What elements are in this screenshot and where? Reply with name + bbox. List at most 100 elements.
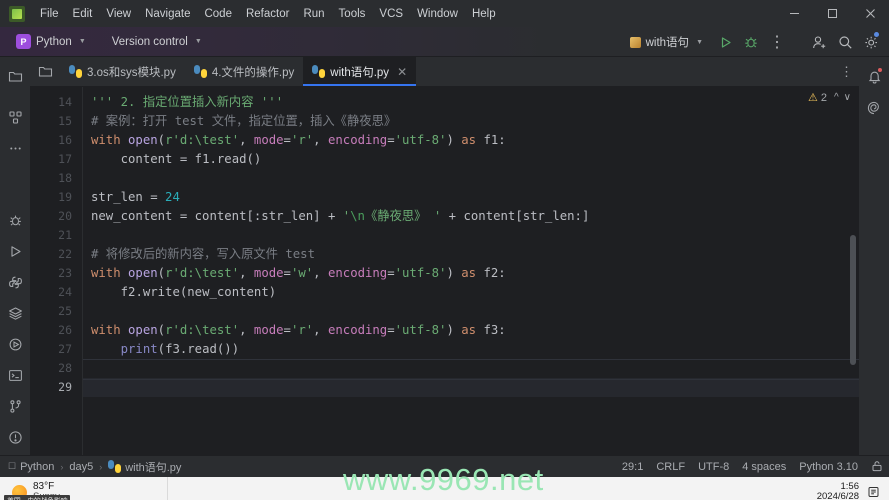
toolbar-right-group: with语句 ▼ ⋮ xyxy=(624,27,883,57)
breadcrumb-separator: › xyxy=(99,461,103,472)
tab-folder-icon[interactable] xyxy=(30,57,60,86)
code-line-current xyxy=(83,378,859,397)
breadcrumb-item-folder[interactable]: day5 xyxy=(69,461,93,473)
add-user-icon[interactable] xyxy=(807,30,831,54)
breadcrumb-separator: › xyxy=(60,461,64,472)
git-branch-icon[interactable] xyxy=(2,393,28,419)
minimize-button[interactable] xyxy=(775,0,813,27)
next-problem-icon[interactable]: ∨ xyxy=(844,92,851,103)
line-separator[interactable]: CRLF xyxy=(656,461,685,473)
menu-refactor[interactable]: Refactor xyxy=(239,5,296,23)
code-line: with open(r'd:\test', mode='w', encoding… xyxy=(91,266,506,280)
tab-label: 3.os和sys模块.py xyxy=(87,66,176,79)
more-actions-button[interactable]: ⋮ xyxy=(765,30,789,54)
menu-view[interactable]: View xyxy=(99,5,138,23)
tab-file-operations[interactable]: 4.文件的操作.py xyxy=(185,57,303,86)
project-selector[interactable]: P Python ▼ xyxy=(10,32,92,51)
version-control-selector[interactable]: Version control ▼ xyxy=(106,34,208,50)
menu-window[interactable]: Window xyxy=(410,5,465,23)
system-tray: 1:56 2024/6/28 xyxy=(817,477,889,500)
line-number: 20 xyxy=(58,209,72,223)
warning-triangle-icon: ⚠ xyxy=(807,92,818,104)
editor-scrollbar[interactable] xyxy=(850,235,856,365)
code-line: # 将修改后的新内容，写入原文件 test xyxy=(83,245,859,264)
tab-label: with语句.py xyxy=(330,66,390,79)
settings-gear-icon[interactable] xyxy=(859,30,883,54)
line-number: 16 xyxy=(58,133,72,147)
inspection-widget: ⚠ 2 ^ ∨ xyxy=(807,91,859,105)
tab-with-statement[interactable]: with语句.py ✕ xyxy=(303,57,417,86)
line-number: 25 xyxy=(58,304,72,318)
python-packages-icon[interactable] xyxy=(2,269,28,295)
taskbar-divider xyxy=(167,477,168,500)
version-control-label: Version control xyxy=(111,35,188,48)
caret-position[interactable]: 29:1 xyxy=(622,461,643,473)
menu-navigate[interactable]: Navigate xyxy=(138,5,197,23)
menu-file[interactable]: File xyxy=(33,5,66,23)
file-encoding[interactable]: UTF-8 xyxy=(698,461,729,473)
menu-code[interactable]: Code xyxy=(197,5,239,23)
code-line: f2.write(new_content) xyxy=(120,285,277,299)
database-icon[interactable] xyxy=(2,300,28,326)
code-line: # 案例：打开 test 文件，指定位置，插入《静夜思》 xyxy=(83,112,859,131)
ai-assistant-icon[interactable] xyxy=(861,95,887,121)
menu-bar: File Edit View Navigate Code Refactor Ru… xyxy=(0,0,889,27)
chevron-down-icon: ▼ xyxy=(78,38,86,45)
notifications-bell-icon[interactable] xyxy=(861,63,887,89)
terminal-icon[interactable] xyxy=(2,362,28,388)
line-number: 15 xyxy=(58,114,72,128)
run-icon[interactable] xyxy=(2,238,28,264)
code-text[interactable]: ''' 2. 指定位置插入新内容 ''' # 案例：打开 test 文件，指定位… xyxy=(82,87,859,455)
run-config-label: with语句 xyxy=(645,37,690,49)
weather-widget[interactable]: 83°F Sunny 美国一史的战争影响 xyxy=(0,477,167,500)
settings-badge xyxy=(874,32,879,37)
problems-icon[interactable] xyxy=(2,424,28,450)
search-icon[interactable] xyxy=(833,30,857,54)
line-number: 28 xyxy=(58,361,72,375)
tab-os-sys-module[interactable]: 3.os和sys模块.py xyxy=(60,57,185,86)
pycharm-window: File Edit View Navigate Code Refactor Ru… xyxy=(0,0,889,500)
breadcrumb-item-file[interactable]: with语句.py xyxy=(125,459,181,475)
breadcrumb-module-icon: ☐ xyxy=(8,461,17,471)
tab-overflow-button[interactable]: ⋮ xyxy=(840,57,859,86)
python-interpreter[interactable]: Python 3.10 xyxy=(799,461,858,473)
run-config-icon xyxy=(629,36,641,48)
more-tool-windows-icon[interactable] xyxy=(2,135,28,161)
unlocked-icon[interactable] xyxy=(871,460,883,475)
code-line: with open(r'd:\test', mode='r', encoding… xyxy=(91,323,506,337)
menu-vcs[interactable]: VCS xyxy=(372,5,410,23)
comment-token: # 将修改后的新内容，写入原文件 test xyxy=(91,247,315,261)
status-bar-right: 29:1 CRLF UTF-8 4 spaces Python 3.10 xyxy=(622,456,883,478)
taskbar-clock[interactable]: 1:56 2024/6/28 xyxy=(817,481,859,500)
project-name-label: Python xyxy=(36,35,72,48)
menu-edit[interactable]: Edit xyxy=(66,5,100,23)
debug-icon[interactable] xyxy=(2,207,28,233)
project-folder-icon[interactable] xyxy=(2,63,28,89)
code-editor[interactable]: ⚠ 2 ^ ∨ 14 15 16 17 18 19 20 21 22 23 24 xyxy=(30,87,859,455)
prev-problem-icon[interactable]: ^ xyxy=(834,92,839,103)
commit-icon[interactable] xyxy=(2,104,28,130)
tab-close-icon[interactable]: ✕ xyxy=(397,65,407,79)
news-badge[interactable]: 美国一史的战争影响 xyxy=(4,495,71,500)
run-button[interactable] xyxy=(713,30,737,54)
right-tool-rail xyxy=(859,57,889,455)
run-configuration-selector[interactable]: with语句 ▼ xyxy=(624,32,709,52)
line-number: 19 xyxy=(58,190,72,204)
debug-button[interactable] xyxy=(739,30,763,54)
tab-overflow-icon: ⋮ xyxy=(840,63,853,79)
menu-help[interactable]: Help xyxy=(465,5,503,23)
menu-run[interactable]: Run xyxy=(296,5,331,23)
notification-tray-icon[interactable] xyxy=(867,485,881,499)
breadcrumb-item-project[interactable]: Python xyxy=(20,461,54,473)
maximize-button[interactable] xyxy=(813,0,851,27)
indent-setting[interactable]: 4 spaces xyxy=(742,461,786,473)
menu-tools[interactable]: Tools xyxy=(332,5,373,23)
code-line: new_content = content[:str_len] + '\n《静夜… xyxy=(91,209,590,223)
status-bar: ☐ Python › day5 › with语句.py 29:1 CRLF UT… xyxy=(0,455,889,477)
close-button[interactable] xyxy=(851,0,889,27)
plugins-icon[interactable] xyxy=(2,331,28,357)
code-line: print(f3.read()) xyxy=(120,342,240,356)
line-number: 14 xyxy=(58,95,72,109)
